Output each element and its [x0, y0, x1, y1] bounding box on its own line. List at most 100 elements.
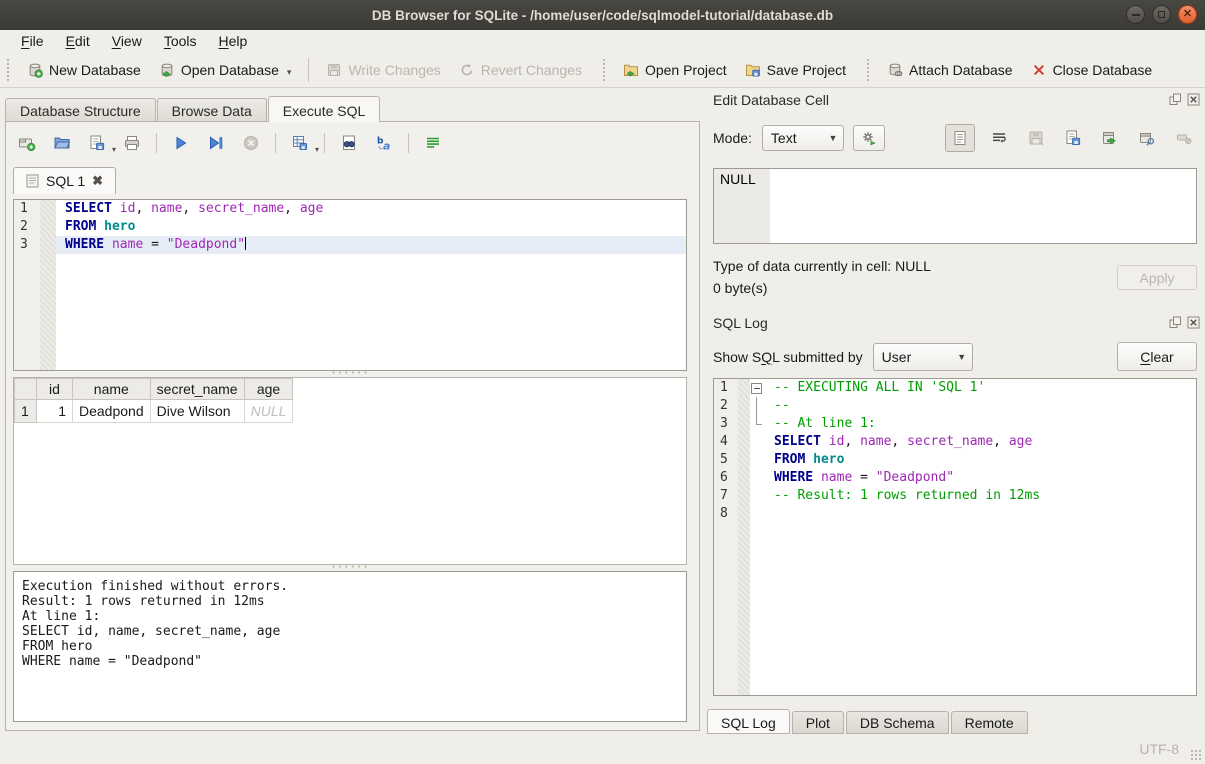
code-text: WHERE name = "Deadpond": [765, 469, 1196, 487]
dock-close-icon[interactable]: [1187, 93, 1200, 106]
dock-float-icon[interactable]: [1169, 316, 1182, 329]
new-database-button[interactable]: New Database: [18, 58, 150, 82]
mode-select-value: Text: [763, 130, 823, 146]
message-line: FROM hero: [22, 639, 678, 654]
mode-label: Mode:: [713, 130, 752, 146]
toolbar-drag-handle[interactable]: [7, 59, 12, 81]
find-button[interactable]: [338, 132, 360, 154]
open-database-button[interactable]: Open Database ▾: [150, 58, 301, 82]
find-replace-button[interactable]: ba: [373, 132, 395, 154]
cell-age[interactable]: NULL: [244, 400, 293, 423]
log-line: 1-- EXECUTING ALL IN 'SQL 1': [714, 379, 1196, 397]
menu-file[interactable]: File: [10, 31, 55, 51]
open-sql-file-button[interactable]: [51, 132, 73, 154]
column-header-age[interactable]: age: [244, 379, 293, 400]
column-header-name[interactable]: name: [73, 379, 151, 400]
save-as-cell-button[interactable]: [1060, 125, 1086, 151]
save-results-button[interactable]: ▾: [289, 132, 311, 154]
clear-log-button[interactable]: Clear: [1117, 342, 1197, 371]
find-replace-icon: ba: [375, 134, 393, 152]
sql-tab-close-icon[interactable]: ✖: [92, 173, 103, 189]
sql-log-view[interactable]: 1-- EXECUTING ALL IN 'SQL 1' 2-- 3-- At …: [713, 378, 1197, 696]
resize-grip-icon[interactable]: [1190, 749, 1202, 761]
open-project-button[interactable]: Open Project: [614, 58, 736, 82]
results-grid[interactable]: id name secret_name age 1 1 Deadpond Div…: [13, 377, 687, 565]
maximize-icon: [1158, 11, 1165, 18]
export-icon: [1101, 129, 1119, 147]
stop-icon: [242, 134, 260, 152]
cell-value-editor[interactable]: NULL: [713, 168, 1197, 244]
editor-line: 2FROM hero: [14, 218, 686, 236]
row-header[interactable]: 1: [15, 400, 37, 423]
open-external-button[interactable]: [1134, 125, 1160, 151]
log-empty-area: [714, 523, 1196, 696]
log-line: 8: [714, 505, 1196, 523]
line-number: 4: [714, 433, 738, 451]
sql-editor[interactable]: 1SELECT id, name, secret_name, age 2FROM…: [13, 199, 687, 371]
tab-browse-data[interactable]: Browse Data: [157, 98, 267, 122]
code-text: --: [765, 397, 1196, 415]
tab-execute-sql[interactable]: Execute SQL: [268, 96, 381, 122]
fold-margin: [40, 218, 56, 236]
dock-float-icon[interactable]: [1169, 93, 1182, 106]
export-cell-button[interactable]: [1097, 125, 1123, 151]
cell-editor-toolbar: [945, 124, 1205, 152]
print-sql-button[interactable]: [121, 132, 143, 154]
save-project-button[interactable]: Save Project: [736, 58, 855, 82]
save-sql-file-button[interactable]: ▾: [86, 132, 108, 154]
cell-name[interactable]: Deadpond: [73, 400, 151, 423]
cell-id[interactable]: 1: [37, 400, 73, 423]
log-filter-select[interactable]: User ▼: [873, 343, 973, 371]
fold-marker-icon[interactable]: [750, 379, 765, 397]
execute-all-button[interactable]: [170, 132, 192, 154]
word-wrap-cell-button[interactable]: [986, 125, 1012, 151]
column-header-id[interactable]: id: [37, 379, 73, 400]
menu-view[interactable]: View: [101, 31, 153, 51]
log-line: 2--: [714, 397, 1196, 415]
toolbar-drag-handle[interactable]: [603, 59, 608, 81]
text-view-button[interactable]: [945, 124, 975, 152]
close-database-button[interactable]: Close Database: [1022, 58, 1162, 82]
close-button[interactable]: ✕: [1178, 5, 1197, 24]
line-number: 3: [14, 236, 40, 254]
menu-tools[interactable]: Tools: [153, 31, 208, 51]
toolbar-separator: [308, 58, 309, 82]
save-as-icon: [1064, 129, 1082, 147]
mode-select[interactable]: Text ▼: [762, 125, 844, 151]
editor-line-current: 3WHERE name = "Deadpond": [14, 236, 686, 254]
open-database-dropdown-caret[interactable]: ▾: [287, 67, 292, 78]
dock-close-icon[interactable]: [1187, 316, 1200, 329]
word-wrap-button[interactable]: [422, 132, 444, 154]
results-table: id name secret_name age 1 1 Deadpond Div…: [14, 378, 293, 423]
auto-switch-mode-button[interactable]: [853, 125, 885, 151]
toolbar-separator: [275, 133, 276, 153]
tab-database-structure[interactable]: Database Structure: [5, 98, 156, 122]
save-sql-dropdown-caret[interactable]: ▾: [112, 145, 116, 154]
save-results-dropdown-caret[interactable]: ▾: [315, 145, 319, 154]
code-text: -- EXECUTING ALL IN 'SQL 1': [765, 379, 1196, 397]
toolbar-drag-handle[interactable]: [867, 59, 872, 81]
line-number: 7: [714, 487, 738, 505]
cell-value-content-area[interactable]: [770, 169, 1196, 243]
fold-marker-icon: [750, 397, 765, 415]
execute-line-button[interactable]: [205, 132, 227, 154]
minimize-button[interactable]: [1126, 5, 1145, 24]
edit-cell-dock-title: Edit Database Cell: [713, 92, 829, 108]
column-header-secret-name[interactable]: secret_name: [150, 379, 244, 400]
cell-value-text: NULL: [714, 169, 770, 243]
open-sql-file-icon: [53, 134, 71, 152]
maximize-button[interactable]: [1152, 5, 1171, 24]
new-sql-tab-button[interactable]: [16, 132, 38, 154]
edit-cell-dock-controls: [1169, 93, 1200, 106]
attach-database-button[interactable]: Attach Database: [878, 58, 1022, 82]
fold-margin: [738, 415, 750, 433]
gutter: [14, 254, 40, 371]
menu-edit[interactable]: Edit: [55, 31, 101, 51]
save-sql-file-icon: [88, 134, 106, 152]
menu-help[interactable]: Help: [208, 31, 259, 51]
cell-secret-name[interactable]: Dive Wilson: [150, 400, 244, 423]
main-tab-bar: Database Structure Browse Data Execute S…: [5, 96, 700, 122]
sql-tab-sql1[interactable]: SQL 1 ✖: [13, 167, 116, 194]
toolbar-separator: [324, 133, 325, 153]
line-number: 2: [14, 218, 40, 236]
